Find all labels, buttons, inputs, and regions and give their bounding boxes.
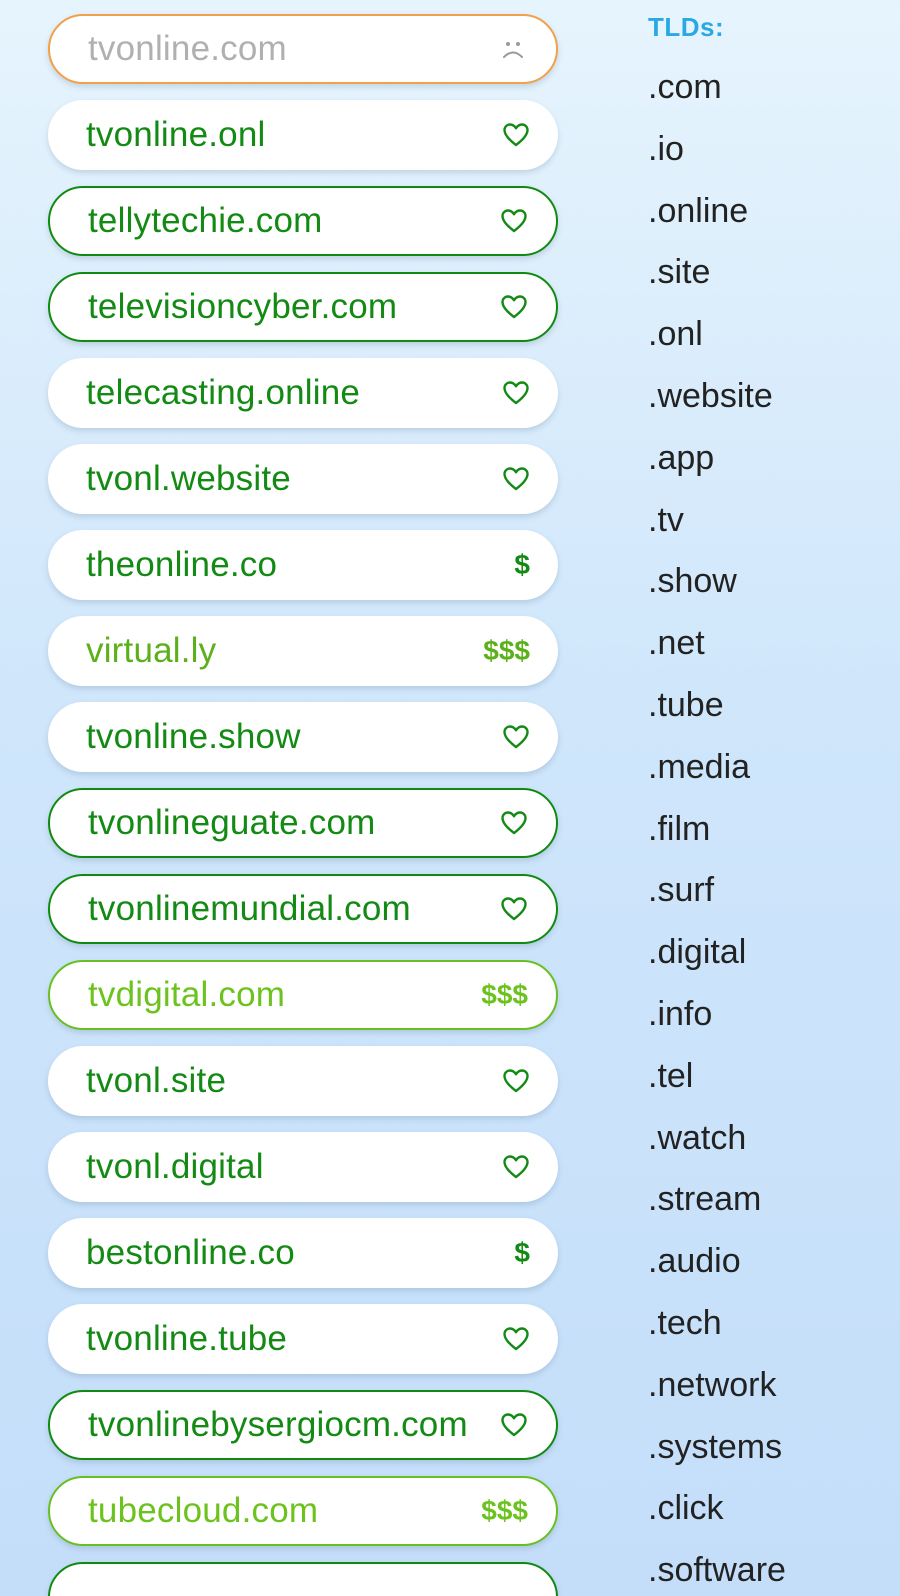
domain-name: tvonline.show <box>86 717 301 756</box>
heart-icon[interactable] <box>498 294 528 320</box>
domain-name: tvonlineguate.com <box>88 803 376 842</box>
domain-name: tvonlinebysergiocm.com <box>88 1405 468 1444</box>
domain-name: bestonline.co <box>86 1233 295 1272</box>
domain-name: tvonl.website <box>86 459 291 498</box>
domain-name: tellytechie.com <box>88 201 323 240</box>
tld-item[interactable]: .net <box>648 623 888 685</box>
price-indicator: $ <box>514 549 530 580</box>
tld-heading: TLDs: <box>648 12 725 42</box>
domain-name: televisioncyber.com <box>88 287 398 326</box>
tld-item[interactable]: .io <box>648 129 888 191</box>
tld-item[interactable]: .com <box>648 67 888 129</box>
domain-name: telecasting.online <box>86 373 361 412</box>
heart-icon[interactable] <box>498 896 528 922</box>
heart-icon[interactable] <box>498 810 528 836</box>
tld-item[interactable]: .onl <box>648 314 888 376</box>
heart-icon[interactable] <box>500 1326 530 1352</box>
heart-icon[interactable] <box>500 466 530 492</box>
domain-name: tvdigital.com <box>88 975 286 1014</box>
heart-icon[interactable] <box>500 724 530 750</box>
tld-item[interactable]: .tech <box>648 1303 888 1365</box>
domain-suggestion[interactable]: tvonline.show <box>48 702 558 772</box>
tld-item[interactable]: .app <box>648 438 888 500</box>
domain-suggestion[interactable]: televisioncyber.com <box>48 272 558 342</box>
tld-item[interactable]: .digital <box>648 932 888 994</box>
heart-icon[interactable] <box>500 380 530 406</box>
tld-item[interactable]: .click <box>648 1488 888 1550</box>
tld-item[interactable]: .stream <box>648 1179 888 1241</box>
tld-item[interactable]: .network <box>648 1365 888 1427</box>
tld-item[interactable]: .tube <box>648 685 888 747</box>
domain-name: tvonline.onl <box>86 115 266 154</box>
heart-icon[interactable] <box>498 208 528 234</box>
heart-icon[interactable] <box>500 1068 530 1094</box>
heart-icon[interactable] <box>498 1412 528 1438</box>
domain-suggestion[interactable]: telecasting.online <box>48 358 558 428</box>
domain-name: tvonline.com <box>88 29 287 68</box>
domain-suggestion[interactable]: tvonlineguate.com <box>48 788 558 858</box>
price-indicator: $$$ <box>483 635 530 666</box>
tld-item[interactable]: .tv <box>648 500 888 562</box>
domain-name: tvonl.site <box>86 1061 227 1100</box>
domain-suggestion[interactable]: bestonline.co $ <box>48 1218 558 1288</box>
tld-item[interactable]: .watch <box>648 1118 888 1180</box>
price-indicator: $$$ <box>481 979 528 1010</box>
domain-suggestion[interactable] <box>48 1562 558 1596</box>
domain-name: tvonline.tube <box>86 1319 288 1358</box>
tld-list: TLDs: .com .io .online .site .onl .website .ap… <box>648 12 888 1596</box>
tld-item[interactable]: .show <box>648 561 888 623</box>
domain-suggestion[interactable]: tvonl.site <box>48 1046 558 1116</box>
domain-suggestion[interactable]: virtual.ly $$$ <box>48 616 558 686</box>
tld-item[interactable]: .surf <box>648 870 888 932</box>
tld-item[interactable]: .software <box>648 1550 888 1596</box>
domain-suggestion[interactable]: tvdigital.com $$$ <box>48 960 558 1030</box>
domain-suggestion[interactable]: tvonl.website <box>48 444 558 514</box>
tld-item[interactable]: .online <box>648 191 888 253</box>
tld-item[interactable]: .systems <box>648 1427 888 1489</box>
tld-item[interactable]: .website <box>648 376 888 438</box>
domain-name: tubecloud.com <box>88 1491 319 1530</box>
domain-suggestion[interactable]: tellytechie.com <box>48 186 558 256</box>
domain-suggestion[interactable]: tvonl.digital <box>48 1132 558 1202</box>
heart-icon[interactable] <box>500 1154 530 1180</box>
tld-item[interactable]: .media <box>648 747 888 809</box>
domain-name: tvonlinemundial.com <box>88 889 411 928</box>
domain-suggestion[interactable]: tvonline.onl <box>48 100 558 170</box>
price-indicator: $ <box>514 1237 530 1268</box>
tld-item[interactable]: .site <box>648 252 888 314</box>
tld-item[interactable]: .audio <box>648 1241 888 1303</box>
tld-item[interactable]: .info <box>648 994 888 1056</box>
heart-icon[interactable] <box>500 122 530 148</box>
domain-name: tvonl.digital <box>86 1147 264 1186</box>
domain-suggestion[interactable]: tvonlinebysergiocm.com <box>48 1390 558 1460</box>
domain-suggestion[interactable]: theonline.co $ <box>48 530 558 600</box>
tld-item[interactable]: .tel <box>648 1056 888 1118</box>
domain-suggestion[interactable]: tvonline.tube <box>48 1304 558 1374</box>
domain-suggestion-list: tvonline.com tvonline.onl tellytechie.com t… <box>48 14 558 1596</box>
tld-item[interactable]: .film <box>648 809 888 871</box>
domain-suggestion[interactable]: tubecloud.com $$$ <box>48 1476 558 1546</box>
sad-face-icon <box>498 34 528 64</box>
domain-name: virtual.ly <box>86 631 217 670</box>
domain-suggestion[interactable]: tvonlinemundial.com <box>48 874 558 944</box>
domain-name: theonline.co <box>86 545 278 584</box>
domain-suggestion[interactable]: tvonline.com <box>48 14 558 84</box>
price-indicator: $$$ <box>481 1495 528 1526</box>
